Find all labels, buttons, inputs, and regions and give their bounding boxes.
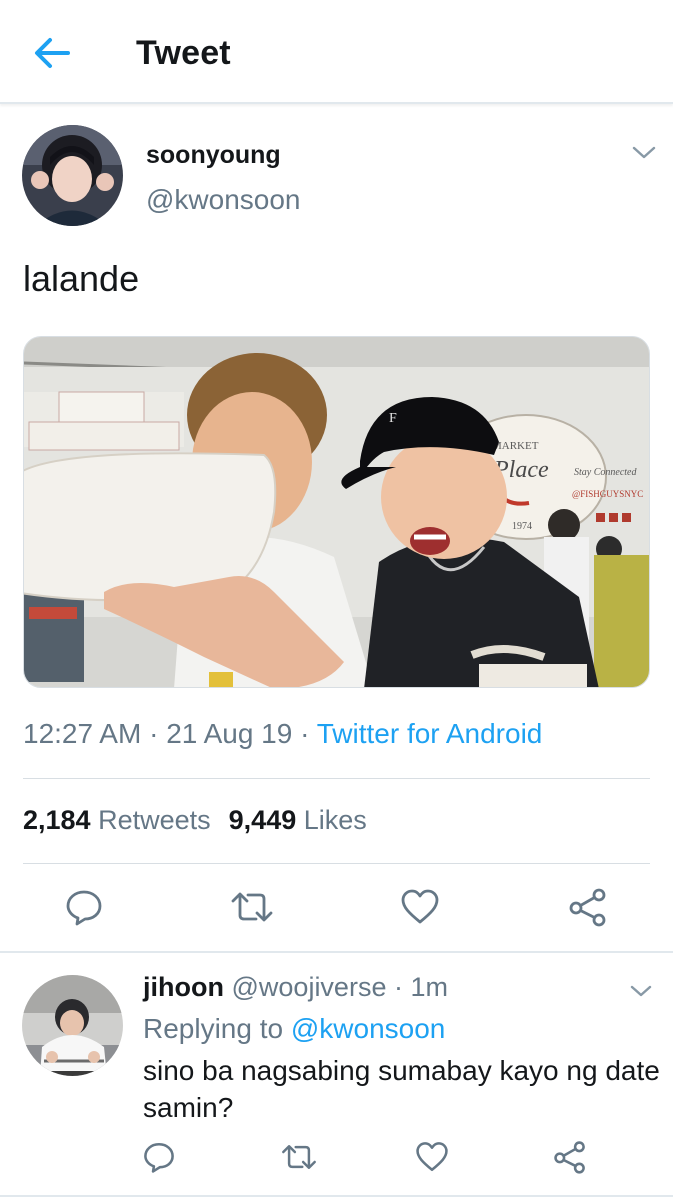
share-icon [569,888,606,927]
reply-button[interactable] [62,885,106,929]
tweet-options-button[interactable] [630,144,658,162]
chevron-down-icon [632,146,656,159]
sign-market-text: MARKET [492,440,539,452]
likes-stat[interactable]: 9,449 Likes [229,805,367,835]
share-button[interactable] [566,885,610,929]
reply-author-name[interactable]: jihoon [143,972,224,1002]
reply-share-button[interactable] [551,1138,589,1176]
divider [23,863,650,864]
section-divider [0,951,673,953]
reply-author-handle[interactable]: @woojiverse [232,972,387,1002]
retweet-button[interactable] [228,885,276,929]
chevron-down-icon [630,985,652,997]
reply-like-button[interactable] [413,1138,451,1176]
retweet-icon [282,1145,316,1169]
back-button[interactable] [30,33,74,73]
page-title: Tweet [136,34,231,72]
replying-to: Replying to @kwonsoon [143,1013,446,1044]
author-handle[interactable]: @kwonsoon [146,184,301,216]
tweet-text: lalande [23,258,140,299]
tweet-source-link[interactable]: Twitter for Android [317,718,543,749]
top-app-bar: Tweet [0,0,673,104]
reply-retweet-button[interactable] [278,1138,320,1176]
reply-header: jihoon @woojiverse · 1m [143,972,448,1002]
like-icon [416,1142,448,1172]
reply-time: 1m [410,972,448,1002]
sign-stay-text: Stay Connected [574,467,637,478]
tweet-detail-screen: Tweet soonyoung @kwonsoon lalande MARKET… [0,0,673,1200]
arrow-left-icon [35,38,70,68]
tweet-date: 21 Aug 19 [166,718,293,749]
tweet-timestamp: 12:27 AM · 21 Aug 19 · Twitter for Andro… [23,718,543,749]
share-icon [554,1141,585,1174]
reply-options-button[interactable] [628,983,654,1000]
tweet-photo[interactable]: MARKET Place 1974 Stay Connected @FISHGU… [23,336,650,688]
divider [23,778,650,779]
reply-icon [66,890,102,926]
retweets-stat[interactable]: 2,184 Retweets [23,805,211,835]
section-divider [0,1195,673,1197]
reply-icon [144,1142,174,1173]
reply-text: sino ba nagsabing sumabay kayo ng date s… [143,1055,660,1123]
like-button[interactable] [398,885,442,929]
replying-to-mention[interactable]: @kwonsoon [291,1013,446,1044]
like-icon [401,889,439,924]
retweet-icon [231,892,273,922]
svg-text:F: F [389,411,397,426]
sign-handle-text: @FISHGUYSNYC [572,489,643,499]
reply-reply-button[interactable] [140,1138,178,1176]
author-avatar[interactable] [22,125,123,226]
sign-year-text: 1974 [512,521,532,532]
tweet-time: 12:27 AM [23,718,142,749]
author-name[interactable]: soonyoung [146,141,281,170]
reply-author-avatar[interactable] [22,975,123,1076]
tweet-stats: 2,184 Retweets 9,449 Likes [23,805,367,836]
